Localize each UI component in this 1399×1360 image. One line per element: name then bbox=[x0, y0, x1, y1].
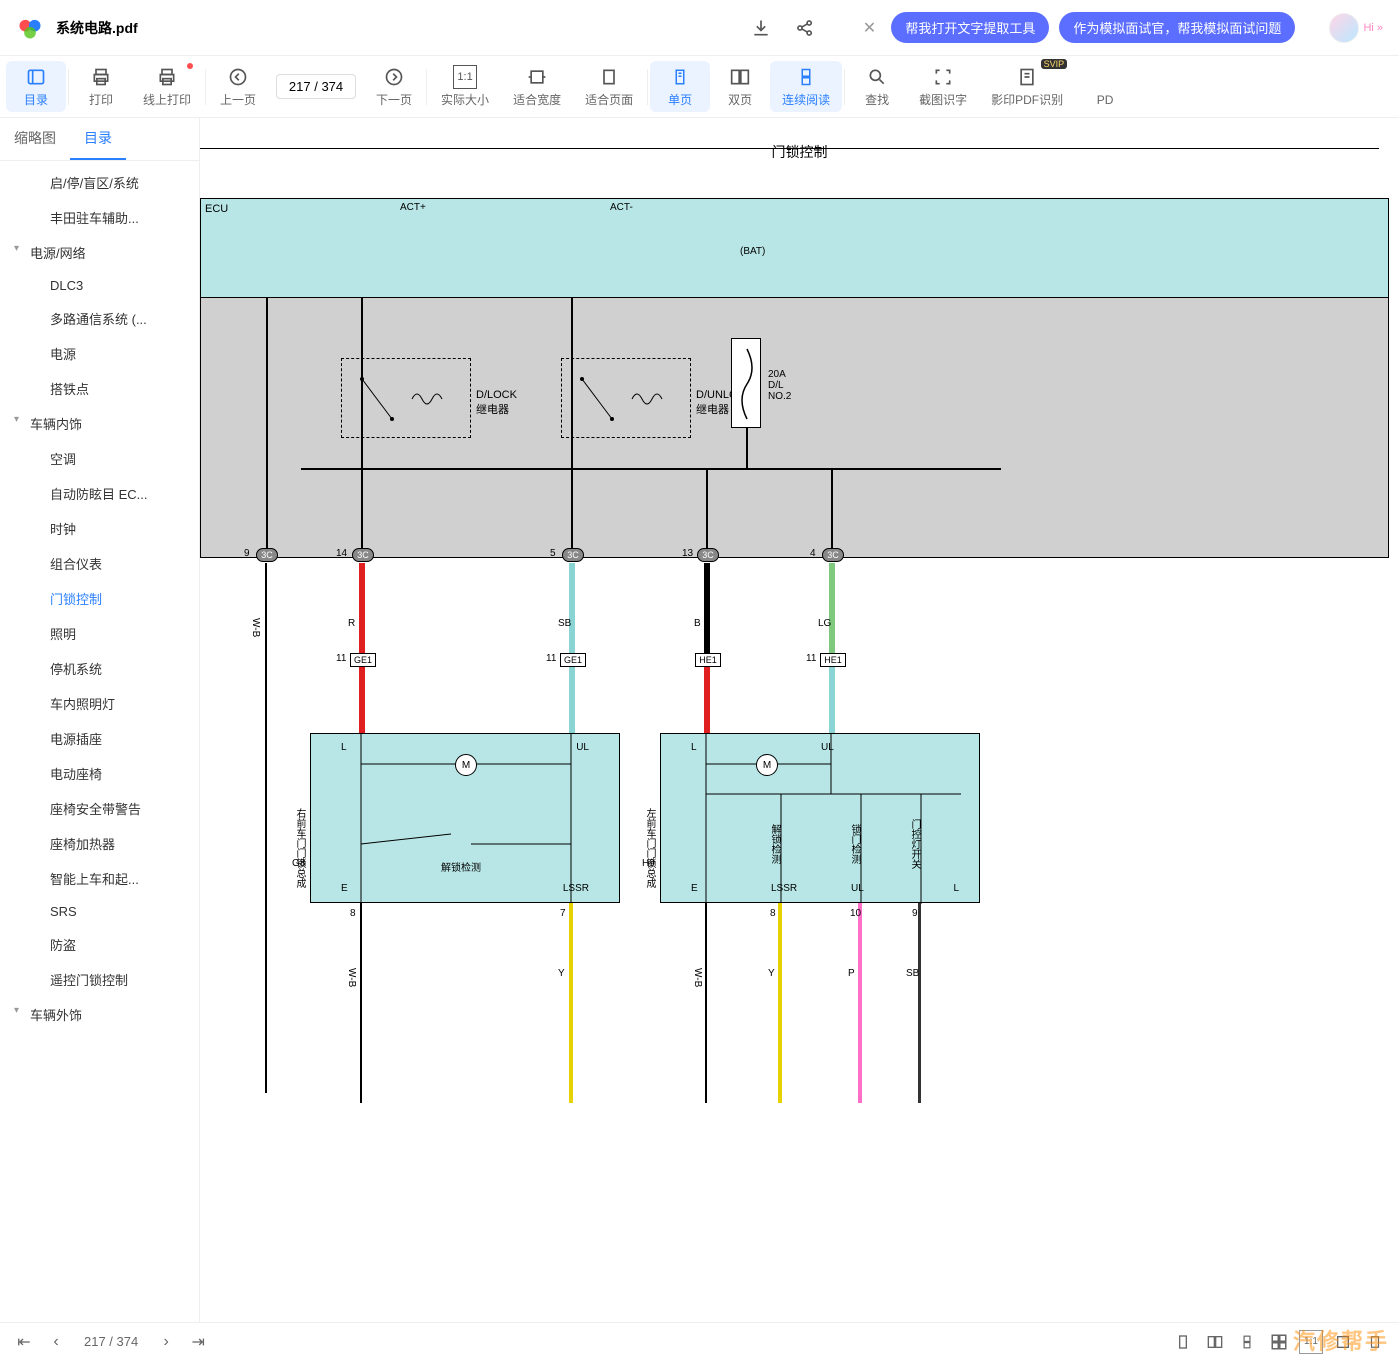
tree-leaf[interactable]: 电源插座 bbox=[0, 721, 199, 756]
ai-interview-button[interactable]: 作为模拟面试官，帮我模拟面试问题 bbox=[1059, 12, 1295, 43]
tree-leaf[interactable]: 时钟 bbox=[0, 511, 199, 546]
tree-leaf[interactable]: 空调 bbox=[0, 441, 199, 476]
fit-width-button[interactable]: 适合宽度 bbox=[501, 61, 573, 112]
double-page-button[interactable]: 双页 bbox=[710, 61, 770, 112]
view-continuous-icon[interactable] bbox=[1235, 1330, 1259, 1354]
main-toolbar: 目录 打印 线上打印 上一页 下一页 1:1 实际大小 适合宽度 适合页面 单页… bbox=[0, 56, 1399, 118]
app-logo-icon bbox=[16, 14, 44, 42]
page-input[interactable] bbox=[276, 74, 356, 99]
hi-label: Hi » bbox=[1363, 22, 1383, 34]
top-actions: ✕ 帮我打开文字提取工具 作为模拟面试官，帮我模拟面试问题 Hi » bbox=[749, 12, 1383, 43]
last-page-button[interactable]: ⇥ bbox=[186, 1330, 210, 1354]
pd-button[interactable]: PD bbox=[1075, 63, 1135, 111]
tree-leaf[interactable]: 遥控门锁控制 bbox=[0, 962, 199, 997]
tree-leaf[interactable]: 丰田驻车辅助... bbox=[0, 200, 199, 235]
next-page-bottom-button[interactable]: › bbox=[154, 1330, 178, 1354]
notification-dot-icon bbox=[187, 63, 193, 69]
junction-he1: HE1 bbox=[820, 653, 846, 667]
pdf-ocr-button[interactable]: SVIP 影印PDF识别 bbox=[979, 61, 1075, 112]
dunlock-relay: D/UNLOCK 继电器 bbox=[561, 358, 691, 438]
tree-leaf[interactable]: 防盗 bbox=[0, 927, 199, 962]
connector-3c: 3C bbox=[562, 548, 584, 562]
user-avatar[interactable]: Hi » bbox=[1329, 13, 1383, 43]
tree-leaf[interactable]: 组合仪表 bbox=[0, 546, 199, 581]
junction-he1: HE1 bbox=[695, 653, 721, 667]
next-page-button[interactable]: 下一页 bbox=[364, 61, 424, 112]
actual-size-button[interactable]: 1:1 实际大小 bbox=[429, 61, 501, 112]
prev-page-button[interactable]: 上一页 bbox=[208, 61, 268, 112]
tree-leaf[interactable]: 多路通信系统 (... bbox=[0, 301, 199, 336]
continuous-button[interactable]: 连续阅读 bbox=[770, 61, 842, 112]
bottom-bar: ⇤ ‹ 217 / 374 › ⇥ 1:1 汽修帮手 bbox=[0, 1322, 1399, 1360]
tree-leaf[interactable]: 座椅安全带警告 bbox=[0, 791, 199, 826]
first-page-button[interactable]: ⇤ bbox=[12, 1330, 36, 1354]
single-page-button[interactable]: 单页 bbox=[650, 61, 710, 112]
ecu-box: ECU bbox=[200, 198, 1389, 298]
tree-group[interactable]: 车辆外饰 bbox=[0, 997, 199, 1032]
relay-box: D/LOCK 继电器 D/UNLOCK 继电器 20A D/L NO.2 bbox=[200, 298, 1389, 558]
top-header: 系统电路.pdf ✕ 帮我打开文字提取工具 作为模拟面试官，帮我模拟面试问题 H… bbox=[0, 0, 1399, 56]
tree-leaf[interactable]: DLC3 bbox=[0, 270, 199, 301]
tab-toc[interactable]: 目录 bbox=[70, 118, 126, 160]
tree-leaf[interactable]: 搭铁点 bbox=[0, 371, 199, 406]
toc-button[interactable]: 目录 bbox=[6, 61, 66, 112]
right-front-door-lock: L UL E LSSR M 解锁检测 bbox=[310, 733, 620, 903]
connector-3c: 3C bbox=[822, 548, 844, 562]
tree-leaf[interactable]: 自动防眩目 EC... bbox=[0, 476, 199, 511]
tree-leaf[interactable]: 照明 bbox=[0, 616, 199, 651]
fuse-box: 20A D/L NO.2 bbox=[731, 338, 761, 428]
diagram-title: 门锁控制 bbox=[772, 142, 828, 162]
share-button[interactable] bbox=[793, 16, 817, 40]
avatar-icon bbox=[1329, 13, 1359, 43]
view-grid-icon[interactable] bbox=[1267, 1330, 1291, 1354]
ai-extract-button[interactable]: 帮我打开文字提取工具 bbox=[891, 12, 1049, 43]
tab-thumbnails[interactable]: 缩略图 bbox=[0, 118, 70, 160]
screenshot-ocr-button[interactable]: 截图识字 bbox=[907, 61, 979, 112]
tree-leaf[interactable]: 智能上车和起... bbox=[0, 861, 199, 896]
toc-tree[interactable]: 启/停/盲区/系统丰田驻车辅助...电源/网络DLC3多路通信系统 (...电源… bbox=[0, 161, 199, 1322]
print-button[interactable]: 打印 bbox=[71, 61, 131, 112]
tree-leaf[interactable]: 车内照明灯 bbox=[0, 686, 199, 721]
left-front-door-lock: L UL E LSSR UL L M 解锁检测 锁门检测 门控灯开关 bbox=[660, 733, 980, 903]
tree-leaf[interactable]: 电源 bbox=[0, 336, 199, 371]
view-single-icon[interactable] bbox=[1171, 1330, 1195, 1354]
svip-badge-icon: SVIP bbox=[1041, 59, 1068, 69]
junction-ge1: GE1 bbox=[350, 653, 376, 667]
tree-leaf[interactable]: 启/停/盲区/系统 bbox=[0, 165, 199, 200]
connector-3c: 3C bbox=[697, 548, 719, 562]
pdf-viewer[interactable]: 门锁控制 ECU ACT+ ACT- (BAT) D/LOCK 继电器 bbox=[200, 118, 1399, 1322]
pdf-page: 门锁控制 ECU ACT+ ACT- (BAT) D/LOCK 继电器 bbox=[200, 118, 1399, 1322]
file-title: 系统电路.pdf bbox=[56, 18, 138, 38]
search-button[interactable]: 查找 bbox=[847, 61, 907, 112]
junction-ge1: GE1 bbox=[560, 653, 586, 667]
prev-page-bottom-button[interactable]: ‹ bbox=[44, 1330, 68, 1354]
tree-leaf[interactable]: 门锁控制 bbox=[0, 581, 199, 616]
watermark: 汽修帮手 bbox=[1293, 1324, 1389, 1356]
tree-leaf[interactable]: 电动座椅 bbox=[0, 756, 199, 791]
sidebar: 缩略图 目录 启/停/盲区/系统丰田驻车辅助...电源/网络DLC3多路通信系统… bbox=[0, 118, 200, 1322]
fit-page-button[interactable]: 适合页面 bbox=[573, 61, 645, 112]
view-double-icon[interactable] bbox=[1203, 1330, 1227, 1354]
tree-group[interactable]: 车辆内饰 bbox=[0, 406, 199, 441]
download-button[interactable] bbox=[749, 16, 773, 40]
page-indicator: 217 / 374 bbox=[84, 1334, 138, 1349]
connector-3c: 3C bbox=[352, 548, 374, 562]
ai-close-button[interactable]: ✕ bbox=[857, 16, 881, 40]
online-print-button[interactable]: 线上打印 bbox=[131, 61, 203, 112]
tree-leaf[interactable]: 停机系统 bbox=[0, 651, 199, 686]
tree-group[interactable]: 电源/网络 bbox=[0, 235, 199, 270]
connector-3c: 3C bbox=[256, 548, 278, 562]
tree-leaf[interactable]: 座椅加热器 bbox=[0, 826, 199, 861]
tree-leaf[interactable]: SRS bbox=[0, 896, 199, 927]
